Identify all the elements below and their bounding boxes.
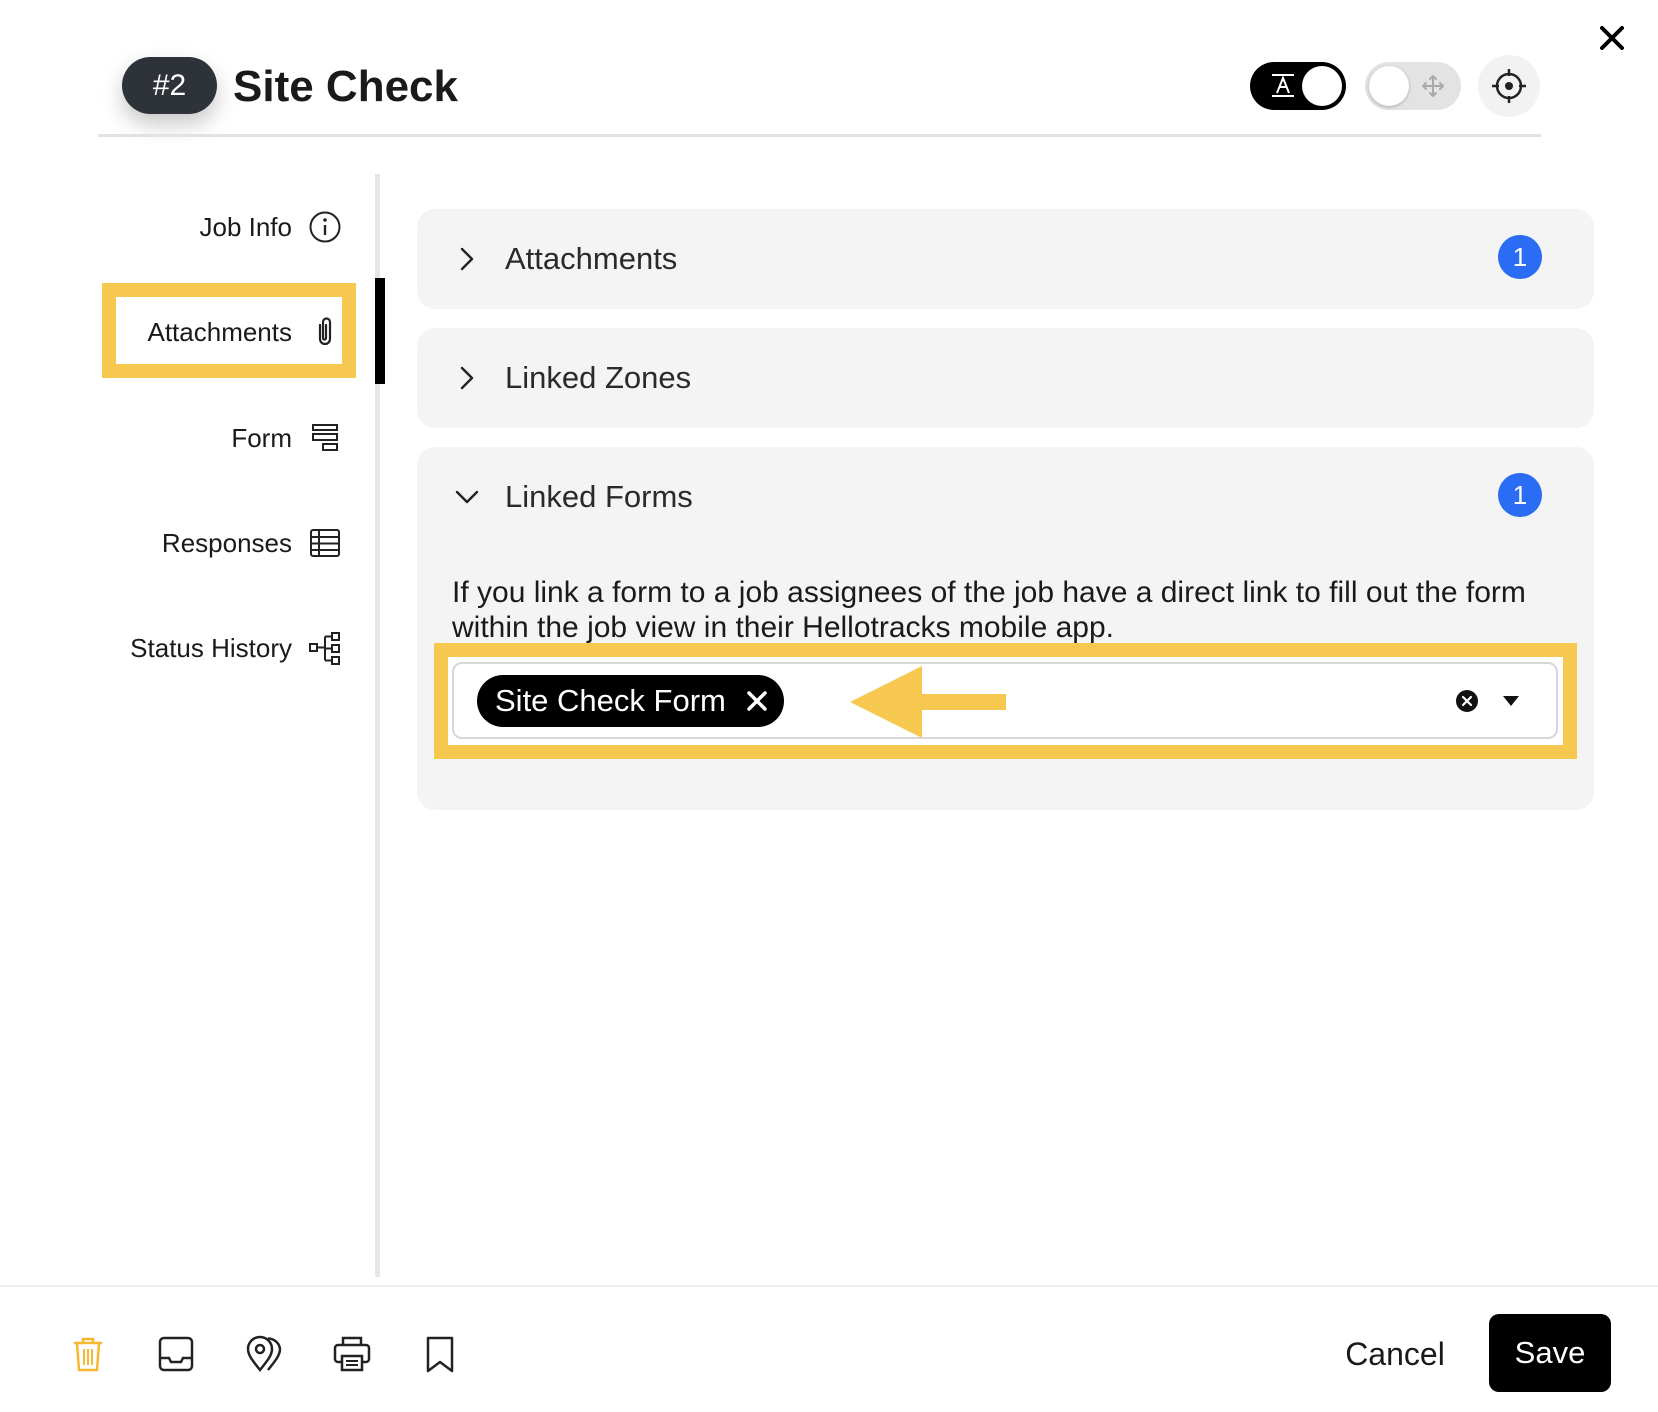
bookmark-icon	[426, 1336, 454, 1373]
section-linked-zones: Linked Zones	[417, 328, 1594, 428]
text-mode-toggle[interactable]	[1250, 62, 1346, 110]
delete-button[interactable]	[68, 1334, 108, 1374]
section-title: Attachments	[505, 241, 678, 276]
close-icon	[747, 691, 767, 711]
printer-icon	[333, 1336, 371, 1372]
section-linked-zones-header[interactable]: Linked Zones	[417, 328, 1594, 428]
sidebar-item-label: Job Info	[199, 211, 292, 242]
close-button[interactable]	[1594, 20, 1630, 56]
linked-forms-select[interactable]: Site Check Form	[452, 662, 1558, 739]
sidebar-item-label: Responses	[161, 527, 292, 558]
locations-button[interactable]	[244, 1334, 284, 1374]
sidebar-item-label: Status History	[130, 632, 292, 663]
sidebar-item-form[interactable]: Form	[231, 418, 342, 458]
crosshair-icon	[1492, 69, 1526, 103]
cancel-button[interactable]: Cancel	[1320, 1320, 1470, 1388]
sidebar-active-indicator	[375, 278, 385, 384]
close-icon	[1600, 26, 1624, 50]
sidebar-item-attachments[interactable]: Attachments	[147, 312, 342, 352]
remove-chip-button[interactable]	[744, 688, 770, 714]
bookmark-button[interactable]	[420, 1334, 460, 1374]
caret-down-icon[interactable]	[1502, 695, 1520, 707]
sidebar-item-job-info[interactable]: Job Info	[199, 207, 342, 247]
chevron-right-icon	[460, 366, 474, 390]
form-icon	[308, 421, 342, 455]
sidebar-item-responses[interactable]: Responses	[162, 523, 342, 563]
clear-selection-icon[interactable]	[1455, 689, 1479, 713]
info-icon	[308, 210, 342, 244]
footer-divider	[0, 1285, 1658, 1287]
archive-button[interactable]	[156, 1334, 196, 1374]
section-attachments: Attachments 1	[417, 209, 1594, 309]
section-title: Linked Forms	[505, 479, 693, 514]
count-badge: 1	[1498, 473, 1542, 517]
save-button[interactable]: Save	[1489, 1314, 1611, 1392]
arrow-left-icon	[850, 666, 1006, 738]
job-number-badge: #2	[122, 57, 217, 114]
section-description: If you link a form to a job assignees of…	[452, 576, 1526, 644]
toggle-knob	[1369, 66, 1409, 106]
move-icon	[1422, 75, 1444, 97]
section-linked-forms: Linked Forms 1 If you link a form to a j…	[417, 447, 1594, 810]
print-button[interactable]	[332, 1334, 372, 1374]
table-icon	[308, 526, 342, 560]
chip-label: Site Check Form	[495, 683, 726, 718]
toggle-knob	[1302, 66, 1342, 106]
trash-icon	[74, 1337, 102, 1372]
section-linked-forms-header[interactable]: Linked Forms 1	[417, 447, 1594, 547]
inbox-icon	[158, 1336, 194, 1372]
section-attachments-header[interactable]: Attachments 1	[417, 209, 1594, 309]
sidebar-item-status-history[interactable]: Status History	[130, 628, 342, 668]
paperclip-icon	[308, 315, 342, 349]
chevron-down-icon	[455, 490, 479, 504]
hierarchy-icon	[308, 631, 342, 665]
header-divider	[98, 134, 1541, 137]
sidebar-item-label: Attachments	[147, 316, 292, 347]
count-badge: 1	[1498, 235, 1542, 279]
chevron-right-icon	[460, 247, 474, 271]
text-format-icon	[1272, 74, 1294, 97]
locate-button[interactable]	[1478, 55, 1540, 117]
map-pins-icon	[246, 1335, 282, 1373]
sidebar-item-label: Form	[231, 422, 292, 453]
section-title: Linked Zones	[505, 360, 692, 395]
selected-form-chip: Site Check Form	[477, 675, 784, 727]
page-title: Site Check	[233, 62, 458, 111]
move-mode-toggle[interactable]	[1365, 62, 1461, 110]
